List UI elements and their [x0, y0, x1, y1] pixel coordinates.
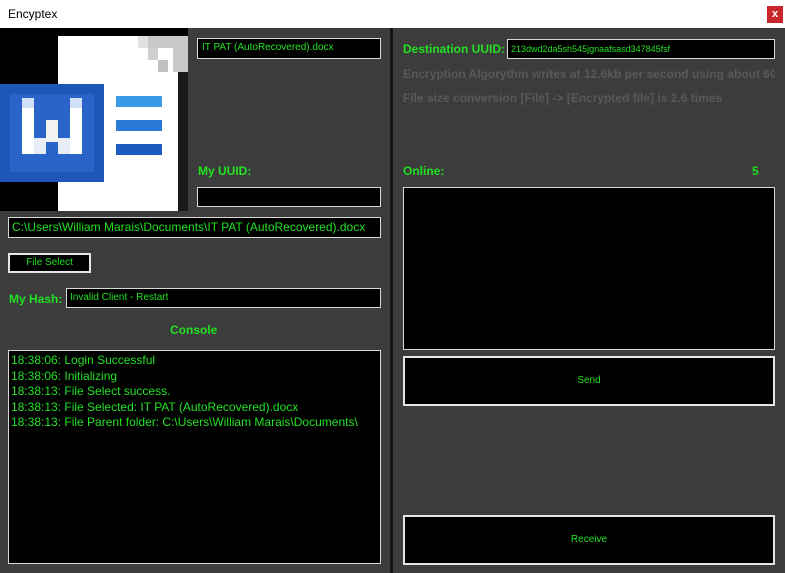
console-label: Console: [170, 323, 218, 337]
my-uuid-field[interactable]: [197, 187, 381, 207]
my-hash-label: My Hash:: [9, 292, 63, 306]
close-button[interactable]: x: [767, 6, 783, 23]
file-path-field[interactable]: C:\Users\William Marais\Documents\IT PAT…: [8, 217, 381, 238]
window-title: Encyptex: [8, 7, 58, 21]
encryption-info-text: Encryption Algorythm writes at 12.6kb pe…: [403, 67, 775, 81]
console-line: 18:38:13: File Select success.: [11, 384, 171, 398]
file-name-field[interactable]: IT PAT (AutoRecovered).docx: [197, 38, 381, 59]
destination-uuid-label: Destination UUID:: [403, 42, 505, 56]
receive-button[interactable]: Receive: [403, 515, 775, 565]
console-line: 18:38:13: File Parent folder: C:\Users\W…: [11, 415, 358, 429]
send-button[interactable]: Send: [403, 356, 775, 406]
word-document-icon: [0, 28, 188, 211]
destination-uuid-field[interactable]: 213dwd2da5sh545jgnaafsasd347845fsf: [507, 39, 775, 59]
console-line: 18:38:06: Initializing: [11, 368, 118, 383]
file-select-button[interactable]: File Select: [8, 253, 91, 273]
console-line: 18:38:06: Login Successful: [11, 353, 156, 367]
conversion-info-text: File size conversion [File] -> [Encrypte…: [403, 91, 723, 105]
console-output[interactable]: 18:38:06: Login Successful 18:38:06: Ini…: [8, 350, 381, 564]
my-uuid-label: My UUID:: [198, 164, 252, 178]
console-line: 18:38:13: File Selected: IT PAT (AutoRec…: [11, 399, 299, 414]
message-textarea[interactable]: [403, 187, 775, 350]
online-label: Online:: [403, 164, 445, 178]
my-hash-field[interactable]: Invalid Client - Restart: [66, 288, 381, 308]
online-count: 5: [752, 164, 759, 178]
title-bar: Encyptex x: [0, 0, 785, 28]
